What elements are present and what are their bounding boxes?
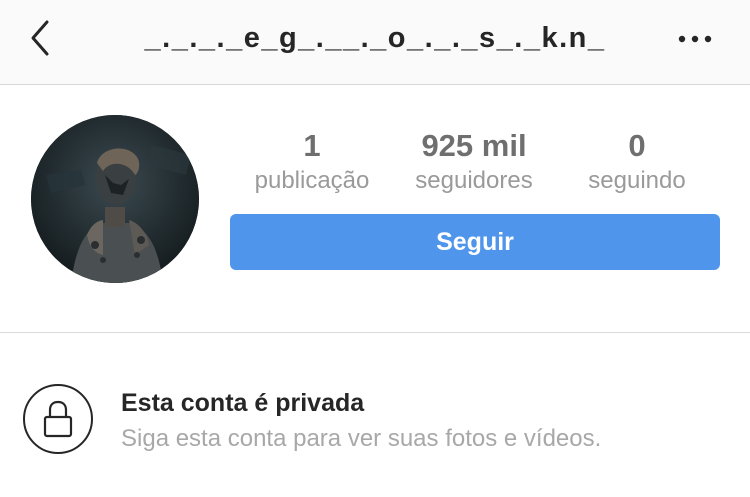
- lock-icon-circle: [23, 384, 93, 454]
- avatar[interactable]: [31, 115, 199, 283]
- navigation-bar: _._._._e_g_.__._o_._._s_._k.n_: [0, 0, 750, 85]
- followers-count: 925 mil: [421, 128, 527, 163]
- following-count: 0: [628, 128, 646, 163]
- private-account-title: Esta conta é privada: [121, 389, 365, 417]
- divider: [0, 332, 750, 333]
- stat-followers[interactable]: 925 mil seguidores: [394, 126, 554, 196]
- stat-posts[interactable]: 1 publicação: [232, 126, 392, 196]
- private-account-subtitle: Siga esta conta para ver suas fotos e ví…: [121, 425, 602, 452]
- stat-following[interactable]: 0 seguindo: [557, 126, 717, 196]
- following-label: seguindo: [588, 167, 686, 194]
- posts-label: publicação: [254, 167, 370, 194]
- posts-count: 1: [303, 128, 321, 163]
- followers-label: seguidores: [415, 167, 533, 194]
- follow-button[interactable]: Seguir: [230, 214, 720, 270]
- profile-photo: [31, 115, 199, 283]
- more-horizontal-icon: [678, 35, 712, 43]
- username-title: _._._._e_g_.__._o_._._s_._k.n_: [144, 22, 606, 54]
- lock-icon: [43, 400, 73, 438]
- more-options-button[interactable]: [672, 24, 718, 54]
